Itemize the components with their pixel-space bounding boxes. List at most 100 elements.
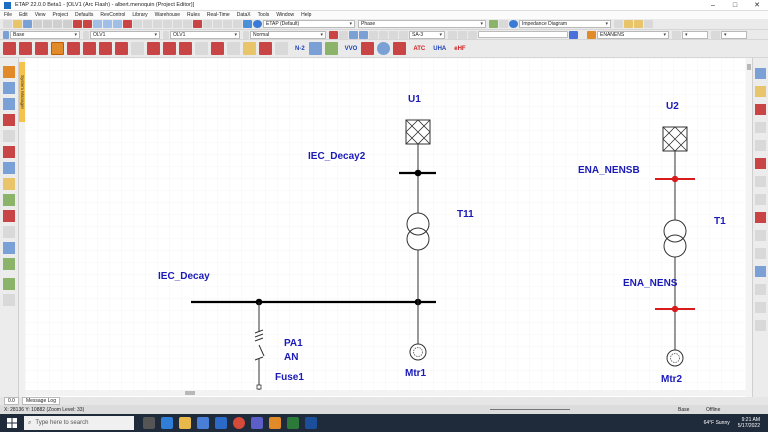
stop-icon[interactable] xyxy=(339,30,348,39)
transient-stability-icon[interactable] xyxy=(99,42,112,55)
substation-icon[interactable] xyxy=(361,42,375,55)
horizontal-scroll-thumb[interactable] xyxy=(185,391,195,395)
about-icon[interactable] xyxy=(233,20,242,28)
teams-icon[interactable] xyxy=(251,417,263,429)
print-preview-icon[interactable] xyxy=(644,20,653,28)
contingency-icon[interactable] xyxy=(275,42,288,55)
config-dropdown[interactable]: ETAP (Default) ▾ xyxy=(263,20,355,28)
cable-pulling-icon[interactable] xyxy=(147,42,160,55)
switching-sequence-icon[interactable] xyxy=(308,42,322,55)
study-case-dropdown[interactable]: ENANENS ▾ xyxy=(597,30,669,39)
menu-warehouse[interactable]: Warehouse xyxy=(155,12,180,18)
reliability-icon[interactable] xyxy=(179,42,192,55)
label-ena-nensb[interactable]: ENA_NENSB xyxy=(578,165,640,176)
window-icon[interactable] xyxy=(213,20,222,28)
globe-icon[interactable] xyxy=(377,42,391,55)
unbalanced-load-flow-icon[interactable] xyxy=(259,42,272,55)
study-icon-4[interactable] xyxy=(379,30,388,39)
base-dropdown[interactable]: Base ▾ xyxy=(10,30,80,39)
filter-icon[interactable] xyxy=(458,30,467,39)
menu-project[interactable]: Project xyxy=(52,12,68,18)
mail-icon[interactable] xyxy=(215,417,227,429)
taskbar-search-box[interactable]: ⌕ Type here to search xyxy=(24,416,134,430)
flash-icon[interactable] xyxy=(393,42,407,55)
study-dropdown[interactable]: SA-3 ▾ xyxy=(409,30,445,39)
protective-coordination-icon[interactable] xyxy=(115,42,128,55)
menu-tools[interactable]: Tools xyxy=(258,12,270,18)
minimize-icon[interactable]: – xyxy=(702,0,724,11)
vertical-scroll-thumb[interactable] xyxy=(747,64,751,70)
label-t11[interactable]: T11 xyxy=(457,209,474,220)
label-t1[interactable]: T1 xyxy=(714,216,726,227)
excel-icon[interactable] xyxy=(287,417,299,429)
info-icon[interactable] xyxy=(243,20,252,28)
label-an[interactable]: AN xyxy=(284,352,298,363)
menu-library[interactable]: Library xyxy=(132,12,147,18)
study-search-field[interactable] xyxy=(478,31,568,38)
edit-mode-icon[interactable] xyxy=(3,42,16,55)
label-iec-decay2[interactable]: IEC_Decay2 xyxy=(308,151,365,162)
chrome-icon[interactable] xyxy=(233,417,245,429)
edit-study-case-icon[interactable] xyxy=(672,30,681,39)
menu-view[interactable]: View xyxy=(35,12,46,18)
new-icon[interactable] xyxy=(3,20,12,28)
edit-icon[interactable] xyxy=(499,20,508,28)
revision-dropdown[interactable]: OLV1 ▾ xyxy=(170,30,240,39)
presentation-dropdown[interactable]: OLV1 ▾ xyxy=(90,30,160,39)
cut-icon[interactable] xyxy=(43,20,52,28)
message-log-tab[interactable]: Message Log xyxy=(21,397,60,405)
list-icon[interactable] xyxy=(173,20,182,28)
zoom-slider[interactable] xyxy=(490,409,570,410)
study-icon-6[interactable] xyxy=(399,30,408,39)
dc-short-circuit-icon[interactable] xyxy=(227,42,240,55)
motor-mtr1[interactable] xyxy=(409,343,427,361)
display-options-icon[interactable] xyxy=(614,20,623,28)
task-view-icon[interactable] xyxy=(143,417,155,429)
menu-file[interactable]: File xyxy=(4,12,12,18)
study-icon-2[interactable] xyxy=(359,30,368,39)
horizontal-scrollbar[interactable] xyxy=(25,390,746,396)
copy-icon[interactable] xyxy=(53,20,62,28)
download-icon[interactable] xyxy=(569,30,578,39)
report-dropdown[interactable]: ▾ xyxy=(721,30,747,39)
label-iec-decay[interactable]: IEC_Decay xyxy=(158,271,210,282)
menu-rules[interactable]: Rules xyxy=(187,12,200,18)
zoom-in-icon[interactable] xyxy=(93,20,102,28)
clock[interactable]: 9:21 AM 5/17/2022 xyxy=(738,417,760,429)
annotation-icon[interactable] xyxy=(634,20,643,28)
label-mtr1[interactable]: Mtr1 xyxy=(405,368,426,379)
options-icon[interactable] xyxy=(468,30,477,39)
menu-window[interactable]: Window xyxy=(276,12,294,18)
close-icon[interactable]: ✕ xyxy=(746,0,768,11)
redo-icon[interactable] xyxy=(83,20,92,28)
alert-icon[interactable] xyxy=(193,20,202,28)
etap-taskbar-icon[interactable] xyxy=(269,417,281,429)
motor-mtr2[interactable] xyxy=(666,349,684,367)
atc-button[interactable]: ATC xyxy=(413,46,425,52)
print-icon[interactable] xyxy=(33,20,42,28)
short-circuit-icon[interactable] xyxy=(35,42,48,55)
library-icon[interactable] xyxy=(183,20,192,28)
phase-dropdown[interactable]: Phase ▾ xyxy=(358,20,486,28)
label-u2[interactable]: U2 xyxy=(666,101,679,112)
study-icon-5[interactable] xyxy=(389,30,398,39)
store-icon[interactable] xyxy=(197,417,209,429)
uha-button[interactable]: UHA xyxy=(433,46,446,52)
menu-help[interactable]: Help xyxy=(301,12,311,18)
report-manager-icon[interactable] xyxy=(711,30,720,39)
menu-realtime[interactable]: Real-Time xyxy=(207,12,230,18)
label-ena-nens[interactable]: ENA_NENS xyxy=(623,278,677,289)
battery-discharge-icon[interactable] xyxy=(243,42,256,55)
study-icon-3[interactable] xyxy=(369,30,378,39)
harmonics-icon[interactable] xyxy=(83,42,96,55)
grid-icon[interactable] xyxy=(123,20,132,28)
paste-icon[interactable] xyxy=(63,20,72,28)
report-icon[interactable] xyxy=(153,20,162,28)
output-dropdown[interactable]: ▾ xyxy=(682,30,708,39)
menu-datax[interactable]: DataX xyxy=(237,12,251,18)
start-button[interactable] xyxy=(0,414,24,432)
study-icon-1[interactable] xyxy=(349,30,358,39)
zoom-out-icon[interactable] xyxy=(103,20,112,28)
ground-grid-icon[interactable] xyxy=(163,42,176,55)
utility-u2[interactable] xyxy=(662,126,688,152)
